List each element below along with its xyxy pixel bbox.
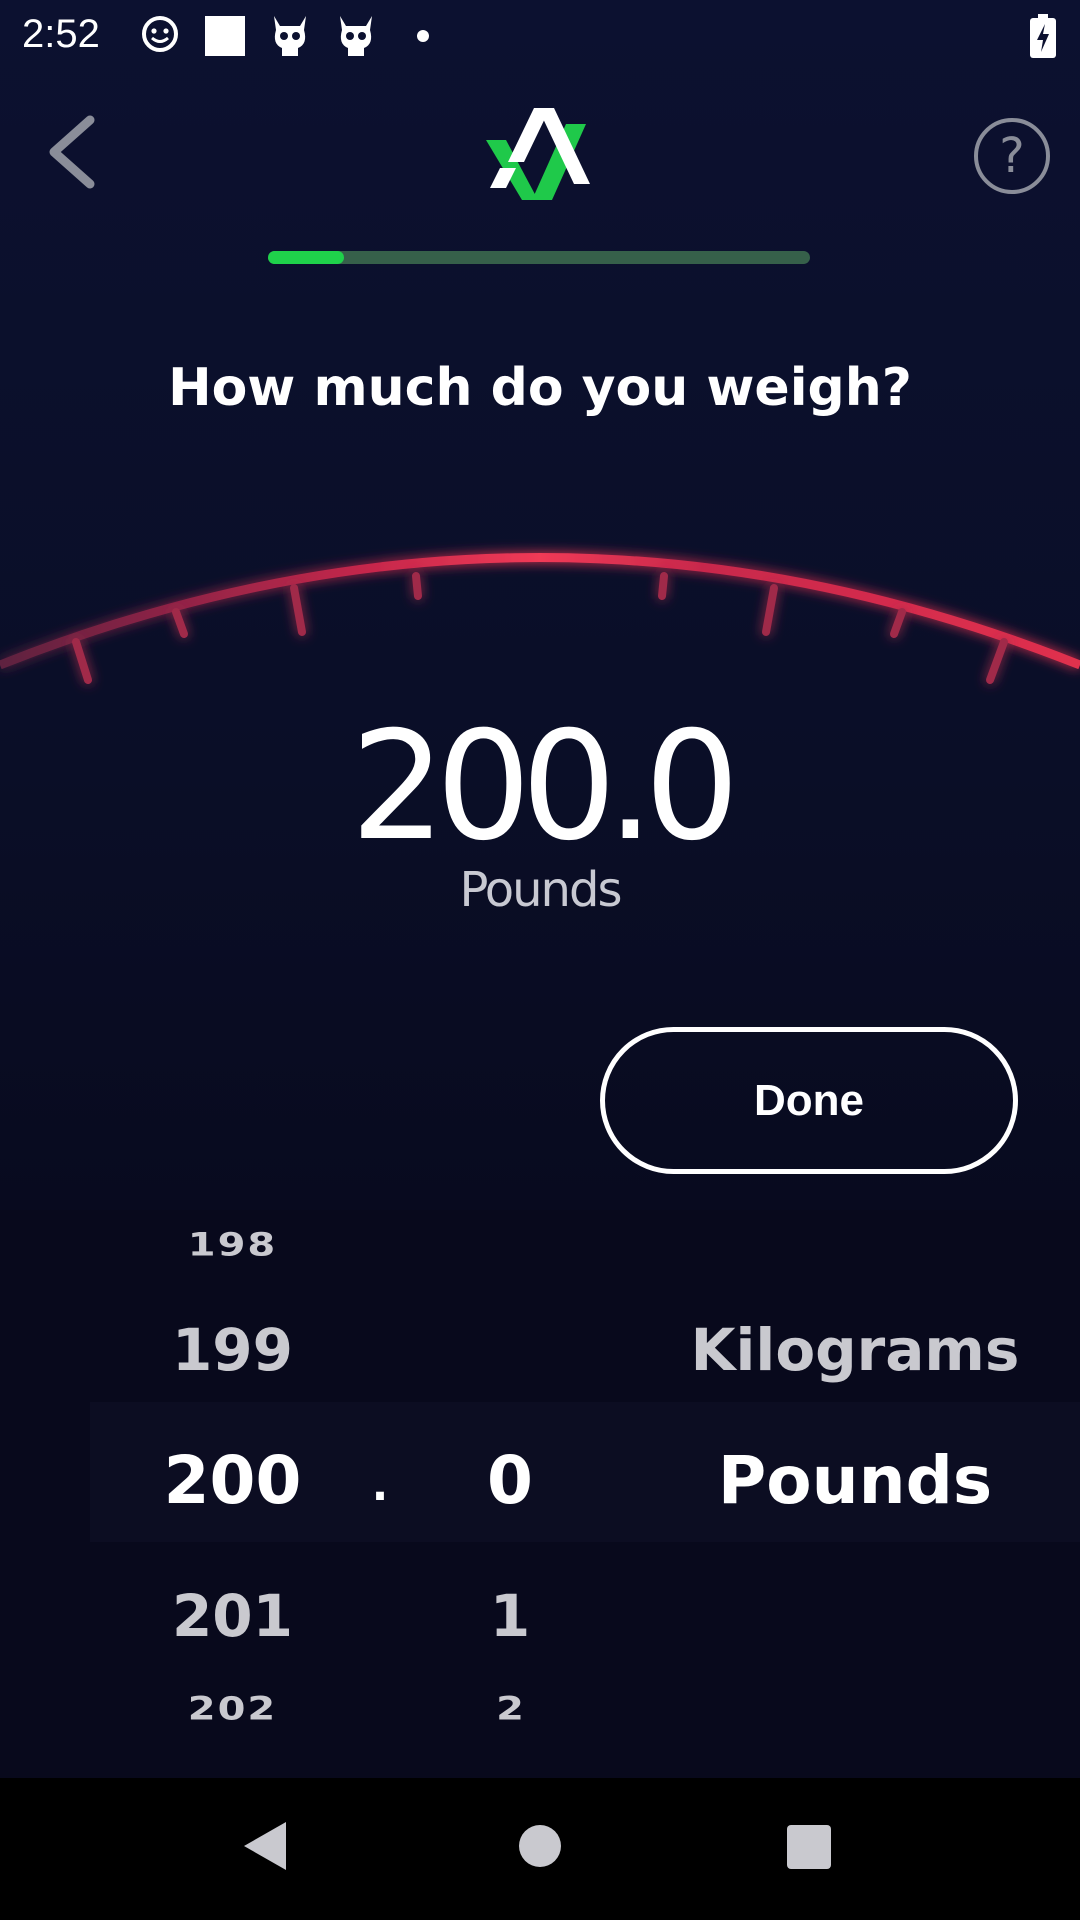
gauge-tick (762, 584, 778, 636)
picker-integer-item[interactable]: 198 (130, 1227, 335, 1264)
app-logo (486, 108, 590, 200)
gauge-tick (658, 572, 668, 600)
gauge-tick (890, 608, 906, 638)
picker-decimal-item[interactable]: 2 (440, 1691, 580, 1728)
battery-charging-icon (1030, 14, 1056, 58)
gauge-tick (986, 638, 1008, 684)
progress-fill (268, 251, 344, 264)
status-time: 2:52 (22, 12, 100, 56)
back-triangle-icon[interactable] (240, 1818, 290, 1874)
picker-integer-item[interactable]: 199 (130, 1316, 335, 1384)
square-icon (205, 16, 245, 56)
picker-decimal-selected[interactable]: 0 (440, 1442, 580, 1519)
gauge-tick (72, 638, 92, 684)
page-title: How much do you weigh? (168, 358, 912, 418)
demon-skull-icon (340, 16, 372, 56)
weight-value: 200.0 (350, 700, 739, 874)
picker-unit-pounds-selected[interactable]: Pounds (640, 1442, 1070, 1519)
gauge-tick (172, 608, 188, 638)
picker-integer-selected[interactable]: 200 (130, 1442, 335, 1519)
status-bar: 2:52 (0, 0, 1080, 72)
system-nav-bar (0, 1778, 1080, 1920)
demon-skull-icon (274, 16, 306, 56)
help-button[interactable]: ? (974, 118, 1050, 194)
help-question-mark: ? (999, 128, 1025, 184)
onboarding-progress-bar (268, 251, 810, 264)
dot-icon (417, 30, 429, 42)
done-button[interactable]: Done (600, 1027, 1018, 1174)
picker-integer-item[interactable]: 202 (130, 1691, 335, 1728)
picker-integer-item[interactable]: 201 (130, 1582, 335, 1650)
back-chevron-icon[interactable] (40, 112, 110, 192)
home-circle-icon[interactable] (516, 1822, 564, 1870)
recents-square-icon[interactable] (786, 1824, 832, 1870)
picker-unit-kilograms[interactable]: Kilograms (640, 1316, 1070, 1384)
weight-unit: Pounds (459, 862, 623, 918)
picker-decimal-item[interactable]: 1 (440, 1582, 580, 1650)
messenger-icon (142, 16, 178, 52)
gauge-tick (290, 584, 306, 636)
picker-decimal-separator: . (371, 1460, 389, 1511)
weight-gauge (0, 553, 1080, 686)
gauge-tick (412, 572, 422, 600)
